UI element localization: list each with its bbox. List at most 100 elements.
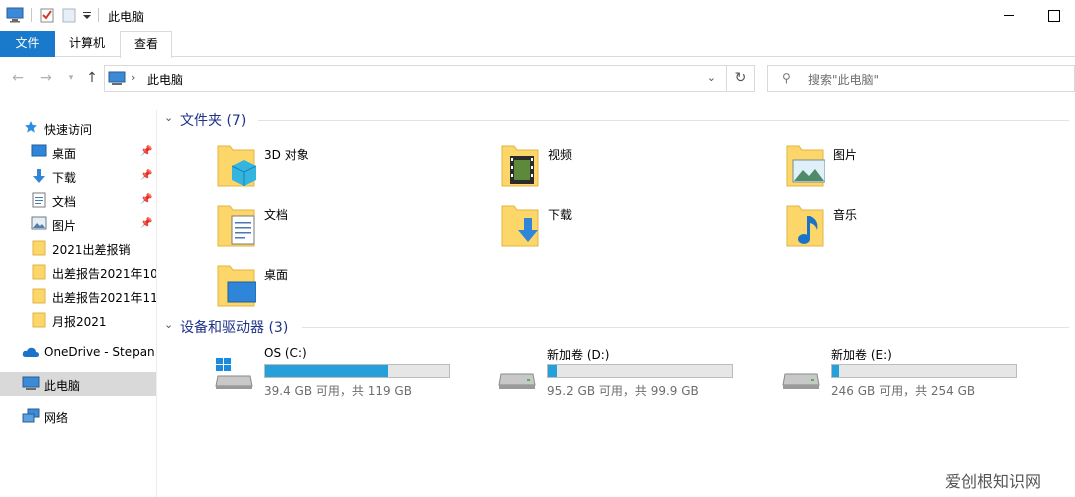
search-box[interactable]: ⚲ 搜索"此电脑" <box>767 65 1075 92</box>
drive-usage-bar <box>831 364 1017 378</box>
videos-icon <box>501 145 539 187</box>
documents-icon <box>217 205 255 247</box>
ribbon-tabs: 文件 计算机 查看 <box>0 31 1075 58</box>
maximize-button[interactable] <box>1030 0 1075 31</box>
navigation-pane: 快速访问 桌面 📌 下载 📌 文档 📌 图片 📌 2021出差报销 出差报告20… <box>0 110 157 497</box>
folder-label: 音乐 <box>833 208 858 222</box>
drive-c[interactable]: OS (C:) 39.4 GB 可用，共 119 GB <box>214 346 464 402</box>
sidebar-item-pictures[interactable]: 图片 📌 <box>0 212 156 236</box>
properties-icon[interactable] <box>40 7 54 23</box>
breadcrumb-chevron-icon[interactable]: › <box>131 71 135 84</box>
folder-label: 文档 <box>264 208 289 222</box>
sidebar-item-label: 月报2021 <box>52 315 107 329</box>
folder-label: 桌面 <box>264 268 289 282</box>
sidebar-item-label: OneDrive - Stepan <box>44 345 155 359</box>
drive-icon <box>498 373 536 389</box>
sidebar-item-label: 下载 <box>52 171 77 185</box>
tab-file[interactable]: 文件 <box>0 31 55 57</box>
pin-icon[interactable]: 📌 <box>140 194 152 205</box>
desktop-folder-icon <box>217 265 256 307</box>
refresh-button[interactable]: ↻ <box>726 65 755 92</box>
title-separator <box>98 8 99 22</box>
recent-locations-button[interactable]: ▾ <box>62 65 80 91</box>
onedrive-icon <box>22 347 39 357</box>
sidebar-item-network[interactable]: 网络 <box>0 404 156 428</box>
drive-icon <box>782 373 820 389</box>
sidebar-item-documents[interactable]: 文档 📌 <box>0 188 156 212</box>
up-button[interactable]: ↑ <box>83 65 101 91</box>
sidebar-item-label: 此电脑 <box>44 379 81 393</box>
downloads-icon <box>501 205 539 247</box>
sidebar-item-downloads[interactable]: 下载 📌 <box>0 164 156 188</box>
drive-e[interactable]: 新加卷 (E:) 246 GB 可用，共 254 GB <box>781 346 1031 402</box>
folder-videos[interactable]: 视频 <box>500 142 760 198</box>
sidebar-item-folder[interactable]: 出差报告2021年10 <box>0 260 156 284</box>
windows-drive-icon <box>215 358 253 389</box>
drive-usage-bar <box>547 364 733 378</box>
forward-button[interactable]: → <box>37 65 55 91</box>
desktop-icon <box>31 144 47 157</box>
minimize-button[interactable] <box>986 0 1032 31</box>
star-icon <box>25 121 37 133</box>
sidebar-item-folder[interactable]: 2021出差报销 <box>0 236 156 260</box>
breadcrumb-this-pc[interactable]: 此电脑 <box>147 71 183 88</box>
picture-icon <box>31 216 47 230</box>
folder-desktop[interactable]: 桌面 <box>216 262 476 318</box>
window-title: 此电脑 <box>108 10 145 24</box>
sidebar-item-label: 快速访问 <box>44 123 93 137</box>
sidebar-item-label: 桌面 <box>52 147 77 161</box>
folder-pictures[interactable]: 图片 <box>785 142 1045 198</box>
sidebar-item-label: 出差报告2021年11 <box>52 291 156 305</box>
folder-downloads[interactable]: 下载 <box>500 202 760 258</box>
section-title: 文件夹 (7) <box>180 113 247 129</box>
pin-icon[interactable]: 📌 <box>140 146 152 157</box>
title-bar: 此电脑 <box>0 0 1075 31</box>
this-pc-icon <box>108 71 126 85</box>
drive-label: OS (C:) <box>264 346 307 360</box>
collapse-chevron-icon[interactable]: ⌄ <box>164 111 173 124</box>
music-icon <box>786 205 824 247</box>
new-folder-icon[interactable] <box>62 7 76 23</box>
sidebar-item-label: 2021出差报销 <box>52 243 131 257</box>
tab-computer[interactable]: 计算机 <box>55 31 119 57</box>
drive-capacity: 95.2 GB 可用，共 99.9 GB <box>547 384 699 398</box>
drive-d[interactable]: 新加卷 (D:) 95.2 GB 可用，共 99.9 GB <box>497 346 747 402</box>
sidebar-item-desktop[interactable]: 桌面 📌 <box>0 140 156 164</box>
address-dropdown-icon[interactable]: ⌄ <box>707 71 716 84</box>
folder-music[interactable]: 音乐 <box>785 202 1045 258</box>
drive-capacity: 246 GB 可用，共 254 GB <box>831 384 976 398</box>
sidebar-item-label: 文档 <box>52 195 77 209</box>
watermark: 爱创根知识网 <box>945 472 1042 491</box>
search-icon: ⚲ <box>782 71 791 85</box>
folder-3d-objects[interactable]: 3D 对象 <box>216 142 476 198</box>
pin-icon[interactable]: 📌 <box>140 218 152 229</box>
sidebar-item-folder[interactable]: 出差报告2021年11 <box>0 284 156 308</box>
sidebar-item-onedrive[interactable]: OneDrive - Stepan <box>0 340 156 364</box>
document-icon <box>32 192 46 208</box>
pin-icon[interactable]: 📌 <box>140 170 152 181</box>
folders-section-header[interactable]: ⌄ 文件夹 (7) <box>164 110 1069 130</box>
folder-icon <box>32 264 46 280</box>
pictures-icon <box>786 145 825 187</box>
folder-icon <box>32 240 46 256</box>
drive-usage-fill <box>265 365 389 377</box>
customize-toolbar-icon[interactable] <box>82 12 92 20</box>
collapse-chevron-icon[interactable]: ⌄ <box>164 318 173 331</box>
sidebar-item-this-pc[interactable]: 此电脑 <box>0 372 156 396</box>
sidebar-item-quick-access[interactable]: 快速访问 <box>0 116 156 140</box>
tab-view[interactable]: 查看 <box>120 31 172 58</box>
sidebar-item-folder[interactable]: 月报2021 <box>0 308 156 332</box>
folder-label: 下载 <box>548 208 573 222</box>
back-button[interactable]: ← <box>9 65 27 91</box>
folder-label: 视频 <box>548 148 573 162</box>
drives-section-header[interactable]: ⌄ 设备和驱动器 (3) <box>164 317 1069 337</box>
folder-documents[interactable]: 文档 <box>216 202 476 258</box>
this-pc-icon[interactable] <box>6 7 24 23</box>
sidebar-item-label: 图片 <box>52 219 77 233</box>
title-separator <box>31 8 32 22</box>
address-bar[interactable]: › 此电脑 ⌄ <box>104 65 727 92</box>
3d-objects-icon <box>217 145 256 187</box>
sidebar-item-label: 出差报告2021年10 <box>52 267 156 281</box>
section-divider <box>258 120 1069 121</box>
drive-usage-fill <box>832 365 840 377</box>
